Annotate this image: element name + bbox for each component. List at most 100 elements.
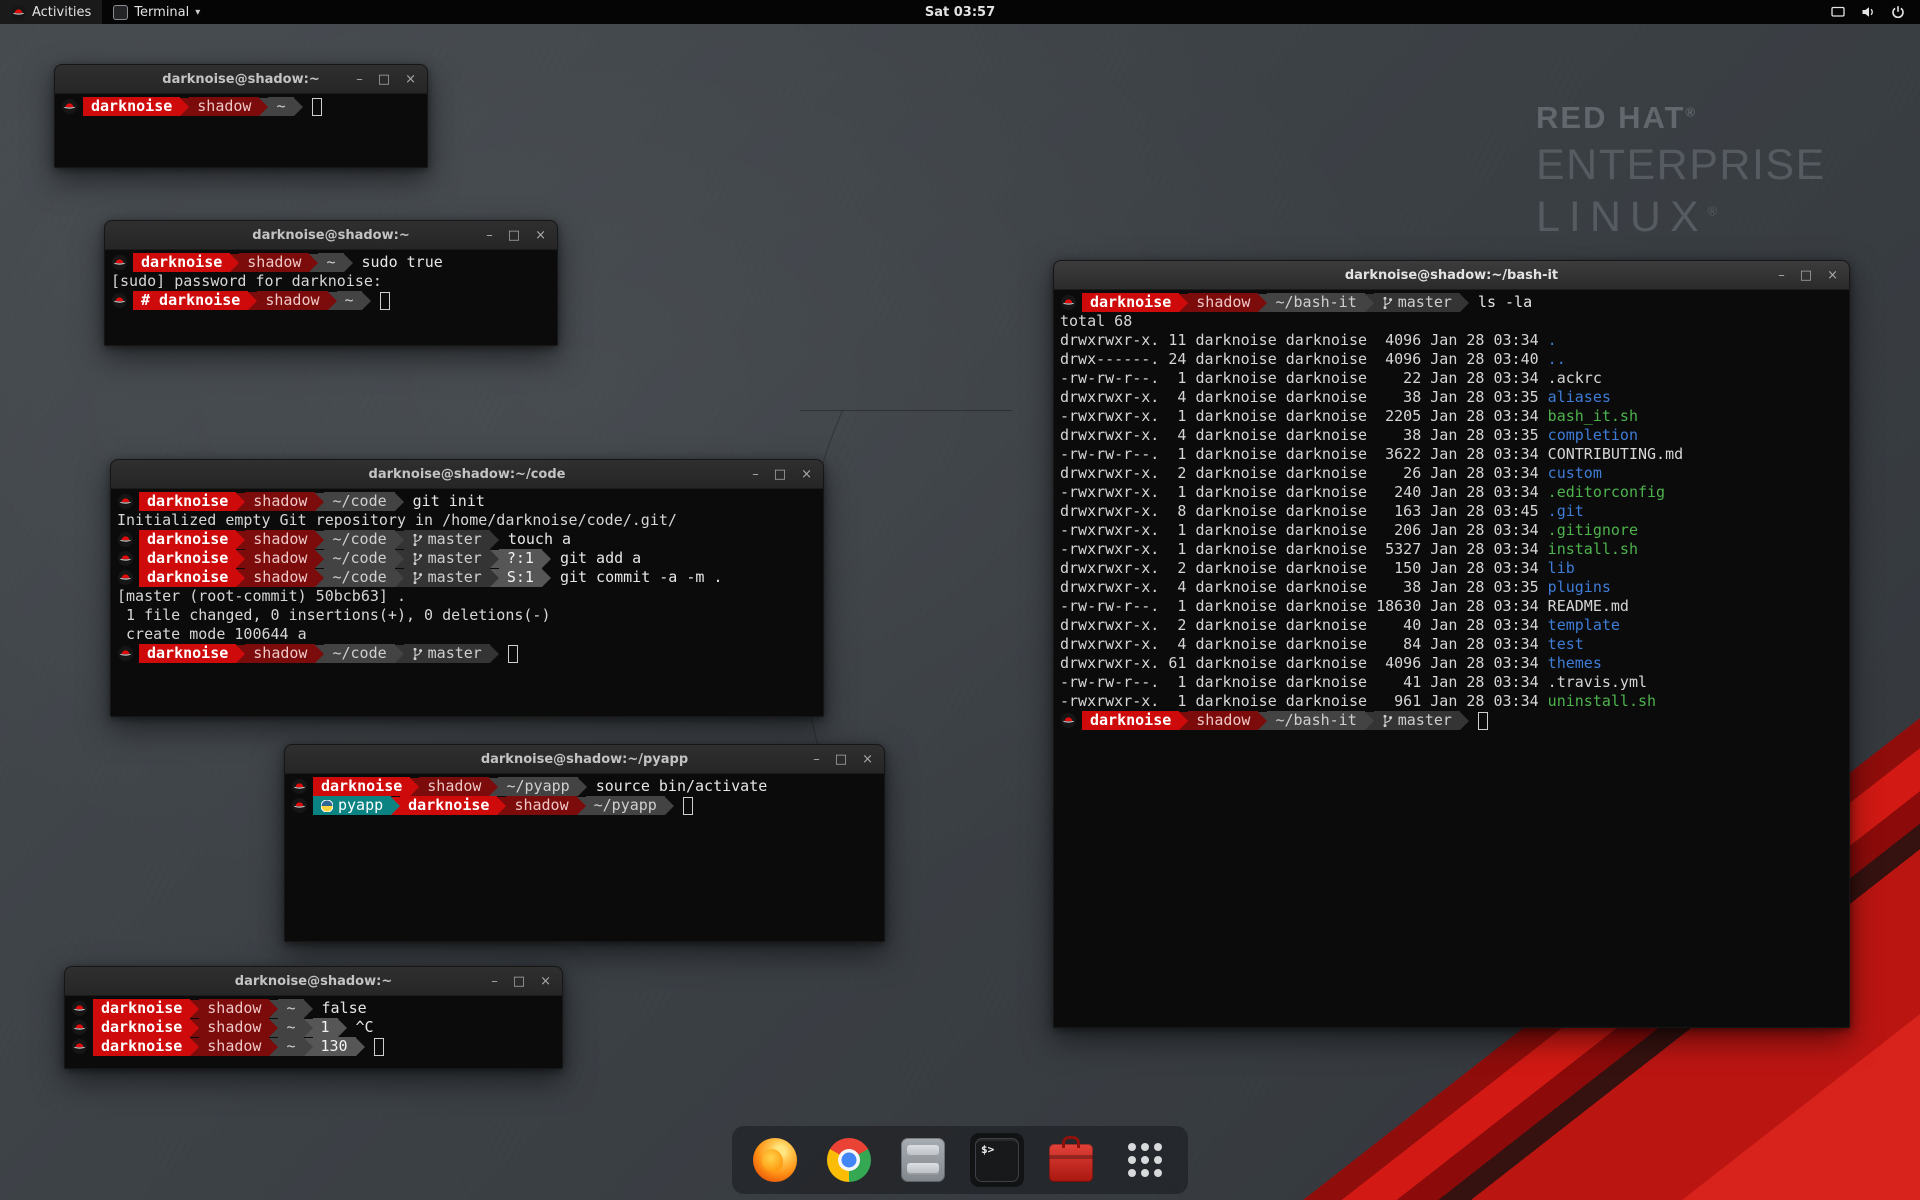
firefox-icon	[753, 1138, 797, 1182]
close-button[interactable]: ×	[1827, 269, 1838, 282]
command-text: git commit -a -m .	[551, 568, 723, 587]
prompt-line: darknoiseshadow~1^C	[71, 1018, 556, 1037]
prompt-line: darknoiseshadow~/codemasterS:1git commit…	[117, 568, 817, 587]
close-button[interactable]: ×	[540, 975, 551, 988]
output-line: -rwxrwxr-x. 1 darknoise darknoise 2205 J…	[1060, 407, 1843, 426]
output-text: plugins	[1548, 578, 1611, 597]
prompt-host-segment: shadow	[419, 777, 489, 796]
maximize-button[interactable]: □	[774, 468, 786, 481]
command-text: sudo true	[353, 253, 443, 272]
window-controls: – □ ×	[491, 967, 551, 995]
powerline-arrow	[304, 1000, 313, 1018]
maximize-button[interactable]: □	[378, 73, 390, 86]
terminal-window-home-small: darknoise@shadow:~–□×darknoiseshadow~	[54, 64, 428, 168]
minimize-button[interactable]: –	[813, 753, 820, 766]
terminal-content[interactable]: darknoiseshadow~	[55, 94, 427, 168]
maximize-button[interactable]: □	[1800, 269, 1812, 282]
terminal-prompt-glyph: $>	[981, 1143, 994, 1156]
window-titlebar[interactable]: darknoise@shadow:~/code–□×	[111, 460, 823, 489]
terminal-content[interactable]: darknoiseshadow~/pyappsource bin/activat…	[285, 774, 884, 942]
terminal-launcher[interactable]: $>	[970, 1133, 1024, 1187]
terminal-content[interactable]: darknoiseshadow~/codegit initInitialized…	[111, 489, 823, 717]
window-titlebar[interactable]: darknoise@shadow:~–□×	[55, 65, 427, 94]
powerline-arrow	[395, 569, 404, 587]
clock[interactable]: Sat 03:57	[925, 5, 995, 20]
terminal-content[interactable]: darknoiseshadow~/bash-itmasterls -latota…	[1054, 290, 1849, 1028]
output-text: -rw-rw-r--. 1 darknoise darknoise 18630 …	[1060, 597, 1548, 616]
powerline-arrow	[1365, 712, 1374, 730]
redhat-icon	[118, 494, 133, 509]
minimize-button[interactable]: –	[1778, 269, 1785, 282]
maximize-button[interactable]: □	[835, 753, 847, 766]
prompt-user-segment: darknoise	[1082, 293, 1179, 312]
firefox-launcher[interactable]	[748, 1133, 802, 1187]
brand-line-enterprise: ENTERPRISE	[1536, 141, 1826, 190]
prompt-line: darknoiseshadow~/pyappsource bin/activat…	[291, 777, 878, 796]
minimize-button[interactable]: –	[752, 468, 759, 481]
powerline-arrow	[490, 550, 499, 568]
maximize-button[interactable]: □	[508, 229, 520, 242]
prompt-stat-segment: 130	[313, 1037, 356, 1056]
volume-icon	[1860, 4, 1876, 20]
output-text: drwx------. 24 darknoise darknoise 4096 …	[1060, 350, 1548, 369]
window-titlebar[interactable]: darknoise@shadow:~/pyapp–□×	[285, 745, 884, 774]
app-grid-launcher[interactable]	[1118, 1133, 1172, 1187]
powerline-arrow	[236, 550, 245, 568]
window-titlebar[interactable]: darknoise@shadow:~–□×	[65, 967, 562, 996]
window-controls: – □ ×	[486, 221, 546, 249]
chevron-down-icon: ▾	[195, 7, 200, 18]
powerline-arrow	[542, 569, 551, 587]
close-button[interactable]: ×	[801, 468, 812, 481]
output-text: drwxrwxr-x. 61 darknoise darknoise 4096 …	[1060, 654, 1548, 673]
close-button[interactable]: ×	[405, 73, 416, 86]
chrome-launcher[interactable]	[822, 1133, 876, 1187]
minimize-button[interactable]: –	[486, 229, 493, 242]
prompt-path-segment: ~/code	[324, 568, 394, 587]
close-button[interactable]: ×	[535, 229, 546, 242]
command-text: touch a	[499, 530, 571, 549]
redhat-icon	[292, 779, 307, 794]
system-status-area[interactable]	[1830, 0, 1920, 24]
prompt-venv-segment: pyapp	[313, 796, 391, 815]
powerline-arrow	[1179, 712, 1188, 730]
powerline-arrow	[391, 797, 400, 815]
redhat-icon	[112, 255, 127, 270]
window-titlebar[interactable]: darknoise@shadow:~–□×	[105, 221, 557, 250]
close-button[interactable]: ×	[862, 753, 873, 766]
prompt-host-segment: shadow	[199, 1037, 269, 1056]
maximize-button[interactable]: □	[513, 975, 525, 988]
prompt-path-segment: ~	[318, 253, 343, 272]
powerline-arrow	[269, 1000, 278, 1018]
prompt-line: # darknoiseshadow~	[111, 291, 551, 310]
prompt-user-segment: # darknoise	[133, 291, 248, 310]
minimize-button[interactable]: –	[491, 975, 498, 988]
terminal-content[interactable]: darknoiseshadow~sudo true[sudo] password…	[105, 250, 557, 346]
powerline-arrow	[315, 645, 324, 663]
display-icon	[1830, 4, 1846, 20]
prompt-path-segment: ~	[278, 1018, 303, 1037]
chrome-icon	[827, 1138, 871, 1182]
toolbox-launcher[interactable]	[1044, 1133, 1098, 1187]
powerline-arrow	[338, 1019, 347, 1037]
rhel-wallpaper-logo: RED HAT® ENTERPRISE LINUX®	[1536, 100, 1826, 242]
files-launcher[interactable]	[896, 1133, 950, 1187]
redhat-icon	[292, 798, 307, 813]
output-text: template	[1548, 616, 1620, 635]
app-menu-terminal[interactable]: Terminal ▾	[102, 0, 211, 24]
terminal-content[interactable]: darknoiseshadow~falsedarknoiseshadow~1^C…	[65, 996, 562, 1069]
output-text: custom	[1548, 464, 1602, 483]
window-titlebar[interactable]: darknoise@shadow:~/bash-it–□×	[1054, 261, 1849, 290]
command-text: git add a	[551, 549, 641, 568]
output-line: drwxrwxr-x. 4 darknoise darknoise 38 Jan…	[1060, 578, 1843, 597]
terminal-cursor	[380, 292, 390, 310]
output-line: -rw-rw-r--. 1 darknoise darknoise 18630 …	[1060, 597, 1843, 616]
command-text: ls -la	[1469, 293, 1532, 312]
window-controls: – □ ×	[1778, 261, 1838, 289]
minimize-button[interactable]: –	[356, 73, 363, 86]
git-branch-icon	[1382, 714, 1393, 728]
activities-button[interactable]: Activities	[0, 0, 102, 24]
output-line: Initialized empty Git repository in /hom…	[117, 511, 817, 530]
command-text: ^C	[347, 1018, 374, 1037]
prompt-path-segment: ~/pyapp	[586, 796, 665, 815]
output-text: drwxrwxr-x. 8 darknoise darknoise 163 Ja…	[1060, 502, 1548, 521]
